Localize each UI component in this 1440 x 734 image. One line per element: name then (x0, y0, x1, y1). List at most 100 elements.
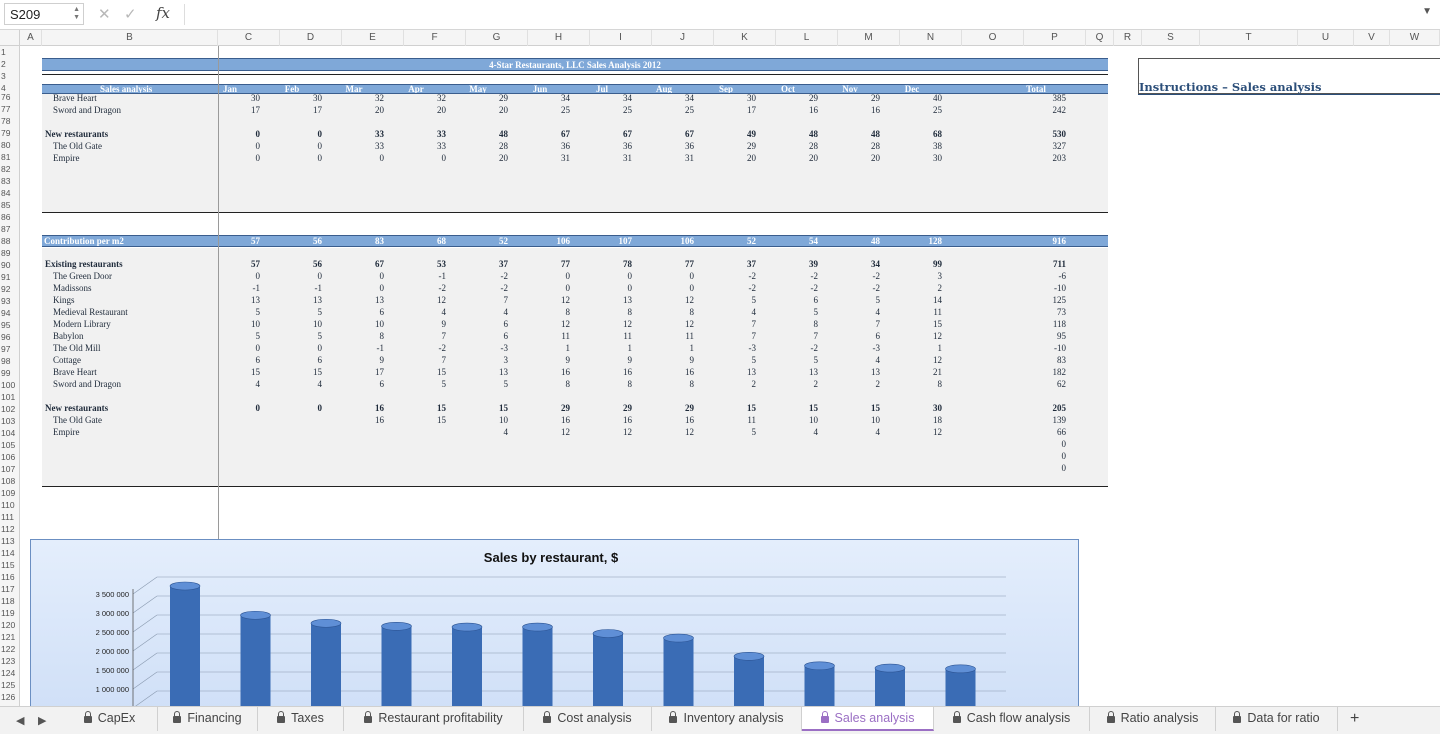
contribution-row-value[interactable]: -6 (1036, 270, 1067, 282)
contribution-row-value[interactable]: -1 (416, 270, 447, 282)
contribution-row-value[interactable]: -2 (850, 270, 881, 282)
row-header-96[interactable]: 96 (0, 331, 19, 343)
sales-row-value[interactable]: 29 (850, 92, 880, 104)
contribution-row-value[interactable]: 10 (230, 318, 260, 330)
contribution-row-value[interactable]: 15 (416, 366, 446, 378)
contribution-row-value[interactable]: 73 (1036, 306, 1066, 318)
new-sales-row-value[interactable]: 33 (354, 140, 384, 152)
new-contribution-row-value[interactable]: 15 (478, 402, 508, 414)
contribution-row-value[interactable]: 4 (292, 378, 323, 390)
contribution-row-value[interactable]: 5 (726, 354, 757, 366)
contribution-header-value[interactable]: 106 (664, 235, 695, 247)
row-header-119[interactable]: 119 (0, 607, 19, 619)
contribution-row-value[interactable]: 182 (1036, 366, 1067, 378)
row-header-88[interactable]: 88 (0, 235, 19, 247)
row-header-95[interactable]: 95 (0, 319, 19, 331)
contribution-row-value[interactable]: 95 (1036, 330, 1066, 342)
sales-row-value[interactable]: 17 (292, 104, 322, 116)
new-sales-row-value[interactable]: 203 (1036, 152, 1067, 164)
new-sales-row-value[interactable]: 0 (292, 152, 323, 164)
column-header-i[interactable]: I (590, 30, 652, 46)
contribution-row-value[interactable]: -2 (478, 270, 509, 282)
contribution-row-value[interactable]: -1 (230, 282, 261, 294)
new-contribution-row-value[interactable]: 0 (1036, 462, 1067, 474)
new-sales-row-value[interactable]: 28 (788, 140, 818, 152)
new-contribution-row-value[interactable]: 16 (354, 414, 384, 426)
contribution-row-value[interactable]: 5 (478, 378, 509, 390)
contribution-row-value[interactable]: 15 (912, 318, 942, 330)
contribution-row-value[interactable]: 8 (912, 378, 943, 390)
row-header-89[interactable]: 89 (0, 247, 19, 259)
sales-row-value[interactable]: 29 (478, 92, 508, 104)
new-sales-row-value[interactable]: 48 (788, 128, 818, 140)
row-header-115[interactable]: 115 (0, 559, 19, 571)
row-header-112[interactable]: 112 (0, 523, 19, 535)
contribution-row-value[interactable]: -3 (850, 342, 881, 354)
new-contribution-row-value[interactable]: 16 (540, 414, 570, 426)
contribution-header-value[interactable]: 56 (292, 235, 322, 247)
new-contribution-row-value[interactable]: 10 (478, 414, 508, 426)
select-all-corner[interactable] (0, 30, 20, 46)
contribution-row-value[interactable]: -2 (416, 282, 447, 294)
tab-cash-flow-analysis[interactable]: Cash flow analysis (934, 707, 1090, 731)
contribution-row-value[interactable]: 5 (416, 378, 447, 390)
contribution-row-value[interactable]: 16 (540, 366, 570, 378)
sales-row-value[interactable]: 30 (292, 92, 322, 104)
contribution-row-value[interactable]: 1 (664, 342, 695, 354)
new-sales-row-value[interactable]: 0 (230, 152, 261, 164)
column-header-a[interactable]: A (20, 30, 42, 46)
column-header-l[interactable]: L (776, 30, 838, 46)
contribution-row-value[interactable]: 0 (230, 342, 261, 354)
sales-row-value[interactable]: 29 (788, 92, 818, 104)
new-sales-row-value[interactable]: 0 (416, 152, 447, 164)
new-sales-row-value[interactable]: 20 (850, 152, 880, 164)
contribution-row-value[interactable]: 11 (540, 330, 570, 342)
row-header-76[interactable]: 76 (0, 91, 19, 103)
new-contribution-row-value[interactable]: 4 (788, 426, 819, 438)
new-sales-row-value[interactable]: 0 (230, 140, 261, 152)
contribution-header-value[interactable]: 57 (230, 235, 260, 247)
row-header-79[interactable]: 79 (0, 127, 19, 139)
tab-sales-analysis[interactable]: Sales analysis (802, 707, 934, 731)
row-header-78[interactable]: 78 (0, 115, 19, 127)
contribution-row-value[interactable]: 16 (602, 366, 632, 378)
row-header-104[interactable]: 104 (0, 427, 19, 439)
new-sales-row-value[interactable]: 31 (540, 152, 570, 164)
contribution-header-value[interactable]: 48 (850, 235, 880, 247)
column-header-v[interactable]: V (1354, 30, 1390, 46)
column-header-k[interactable]: K (714, 30, 776, 46)
contribution-row-value[interactable]: 1 (602, 342, 633, 354)
row-header-124[interactable]: 124 (0, 667, 19, 679)
column-header-o[interactable]: O (962, 30, 1024, 46)
new-sales-row-value[interactable]: 20 (788, 152, 818, 164)
row-header-111[interactable]: 111 (0, 511, 19, 523)
contribution-row-value[interactable]: 57 (230, 258, 260, 270)
sales-row-value[interactable]: 20 (478, 104, 508, 116)
row-header-100[interactable]: 100 (0, 379, 19, 391)
row-header-118[interactable]: 118 (0, 595, 19, 607)
tab-data-for-ratio[interactable]: Data for ratio (1216, 707, 1338, 731)
column-header-e[interactable]: E (342, 30, 404, 46)
contribution-row-value[interactable]: 0 (354, 270, 385, 282)
row-header-90[interactable]: 90 (0, 259, 19, 271)
new-contribution-row-value[interactable]: 16 (602, 414, 632, 426)
row-header-107[interactable]: 107 (0, 463, 19, 475)
contribution-row-value[interactable]: 4 (850, 306, 881, 318)
contribution-row-value[interactable]: 8 (354, 330, 385, 342)
column-header-j[interactable]: J (652, 30, 714, 46)
row-header-93[interactable]: 93 (0, 295, 19, 307)
column-header-r[interactable]: R (1114, 30, 1142, 46)
row-header-87[interactable]: 87 (0, 223, 19, 235)
row-header-102[interactable]: 102 (0, 403, 19, 415)
contribution-header-value[interactable]: 68 (416, 235, 446, 247)
contribution-row-value[interactable]: 9 (602, 354, 633, 366)
new-sales-row-value[interactable]: 33 (416, 128, 446, 140)
contribution-row-value[interactable]: 34 (850, 258, 880, 270)
sales-row-value[interactable]: 25 (912, 104, 942, 116)
column-header-f[interactable]: F (404, 30, 466, 46)
column-header-c[interactable]: C (218, 30, 280, 46)
row-header-101[interactable]: 101 (0, 391, 19, 403)
new-sales-row-value[interactable]: 36 (540, 140, 570, 152)
contribution-row-value[interactable]: 16 (664, 366, 694, 378)
contribution-row-value[interactable]: -2 (416, 342, 447, 354)
